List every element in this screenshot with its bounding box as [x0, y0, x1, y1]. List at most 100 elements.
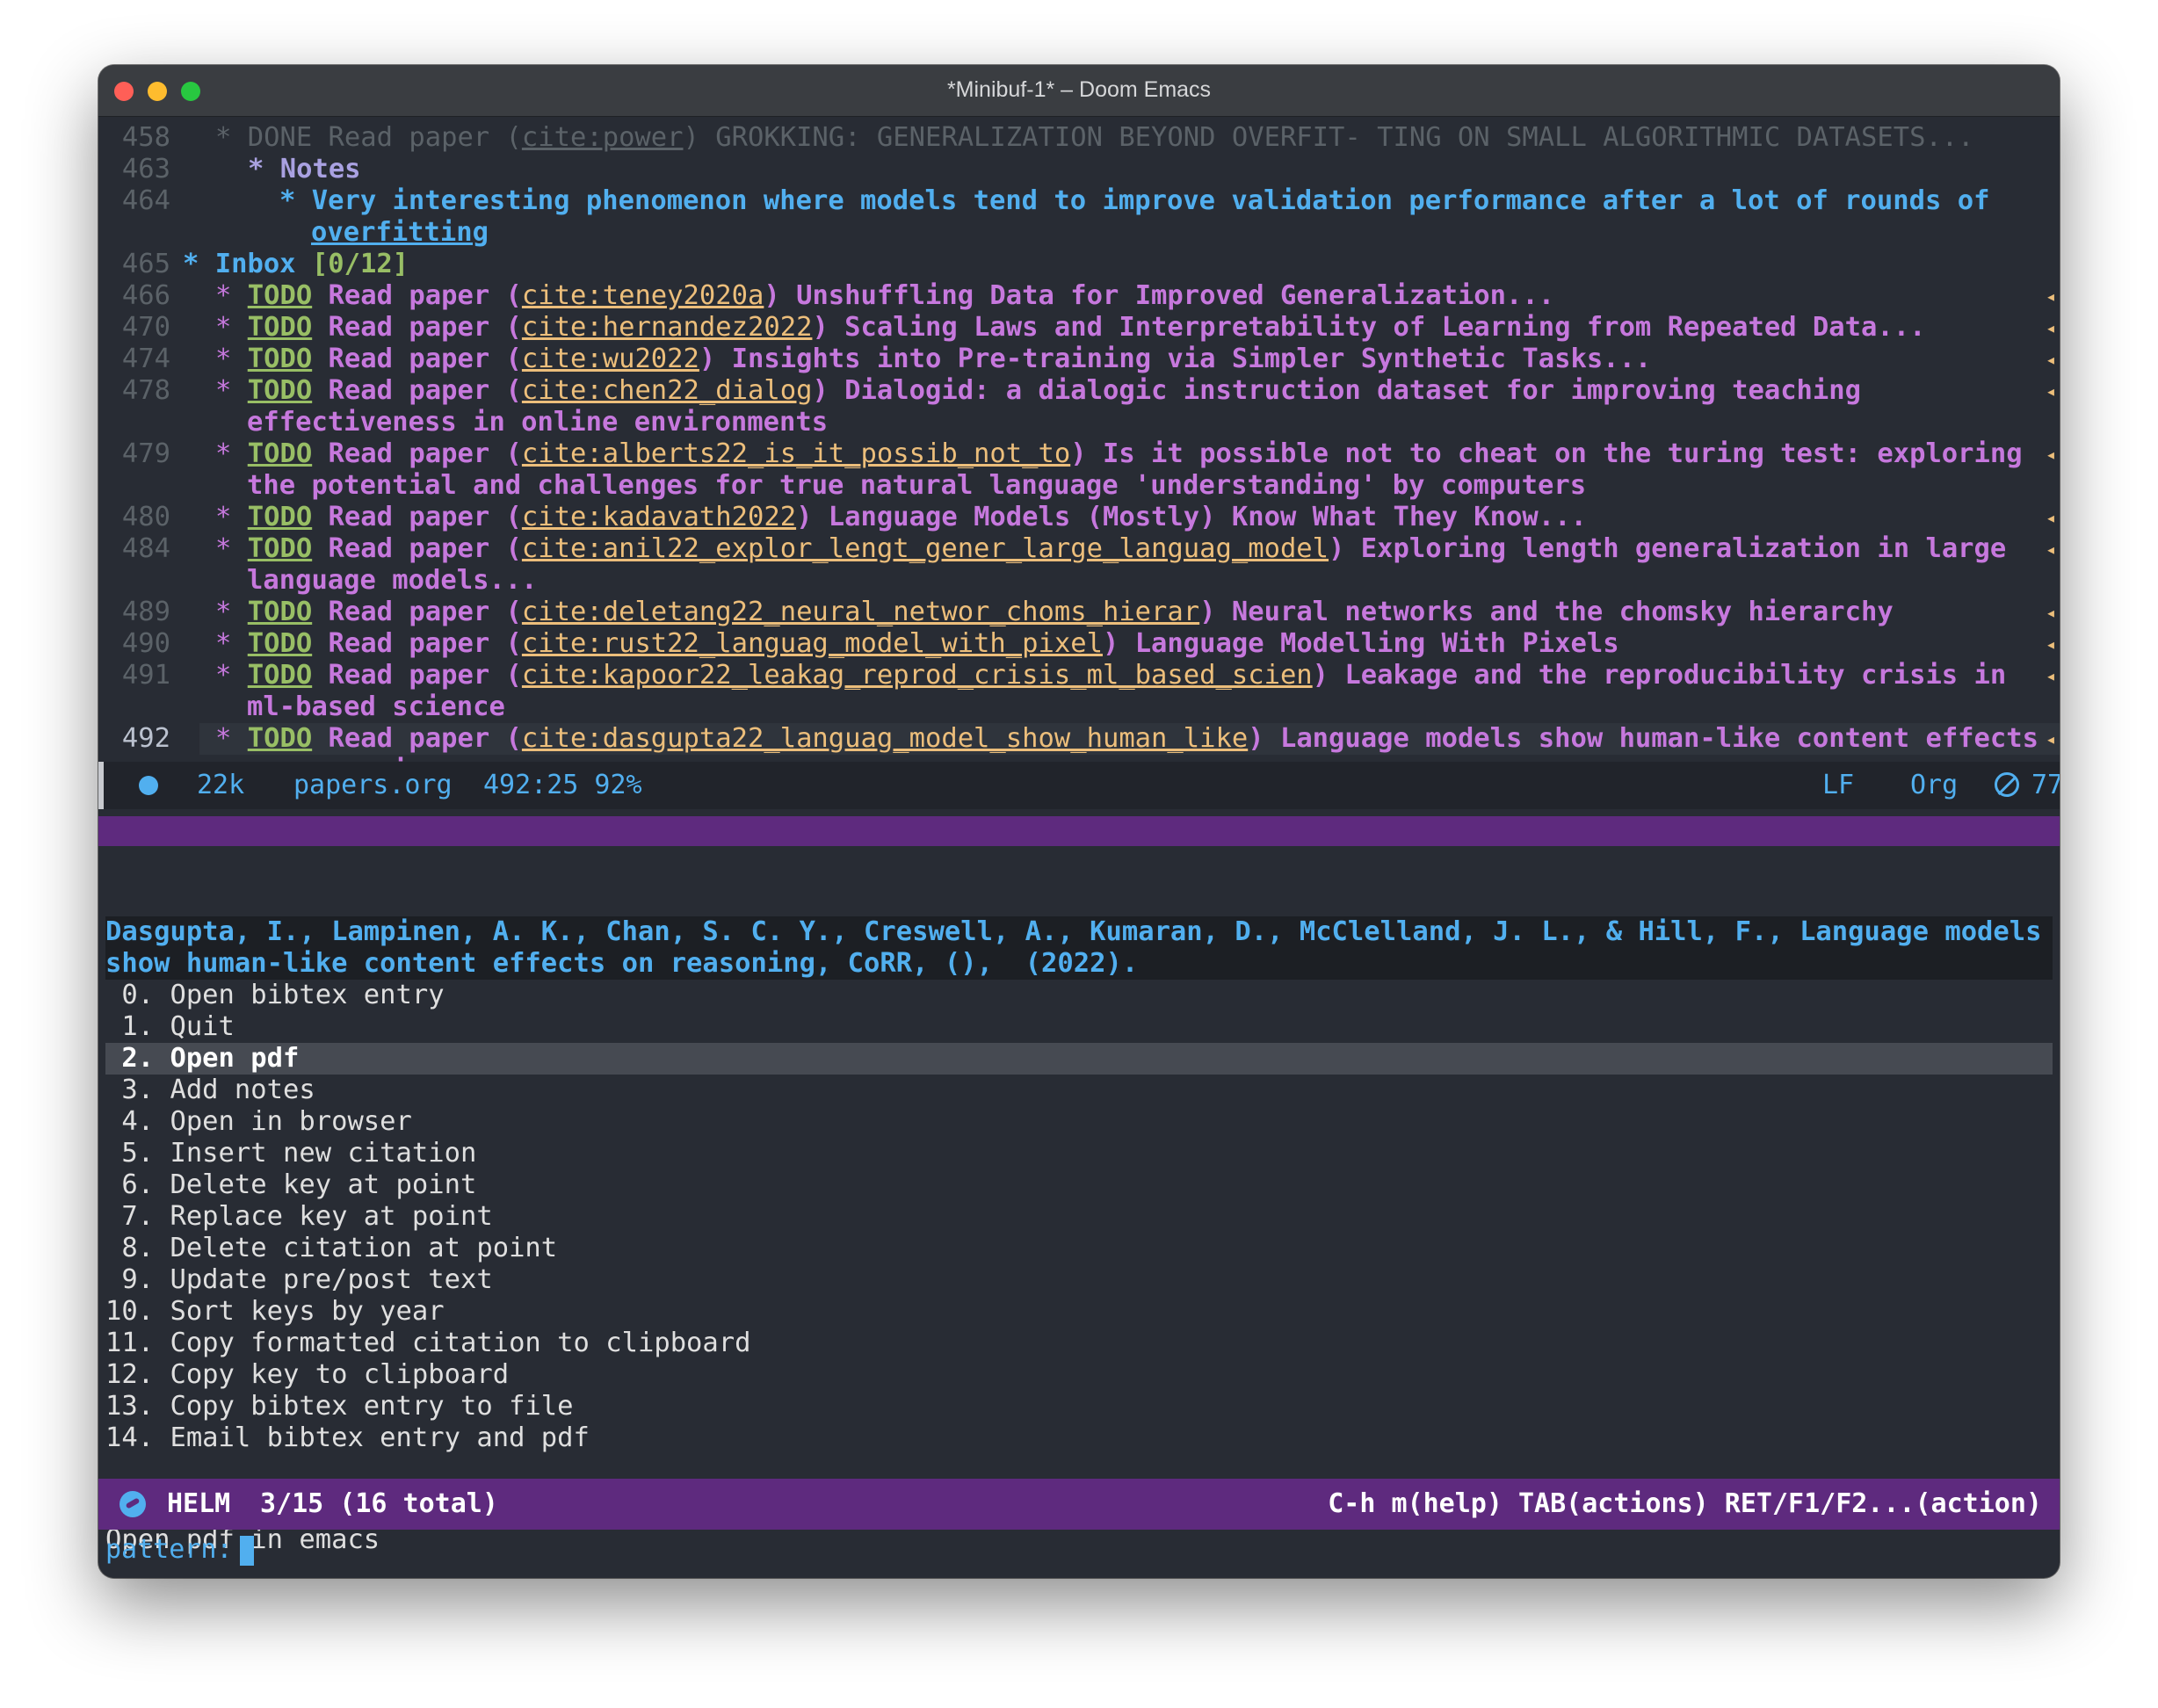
helm-action-item[interactable]: 8. Delete citation at point — [105, 1233, 2053, 1264]
continuation-text: on reasoning — [247, 755, 440, 762]
org-line[interactable]: 474 ◂ * TODO Read paper (cite:wu2022) Insi… — [98, 344, 2060, 375]
no-checker-icon[interactable] — [1995, 772, 2019, 797]
helm-action-item[interactable]: 5. Insert new citation — [105, 1138, 2053, 1169]
todo-keyword[interactable]: TODO — [248, 533, 312, 564]
eol-type[interactable]: LF — [1822, 762, 1854, 809]
line-number: 463 — [121, 154, 170, 185]
fold-indicator-icon[interactable]: ◂ — [2046, 597, 2056, 628]
org-line[interactable]: 463 * Notes — [98, 154, 2060, 185]
helm-action-item[interactable]: 4. Open in browser — [105, 1106, 2053, 1138]
helm-action-item[interactable]: 0. Open bibtex entry — [105, 980, 2053, 1011]
todo-keyword[interactable]: TODO — [248, 502, 312, 532]
citation-link[interactable]: cite:dasgupta22_languag_model_show_human… — [522, 723, 1248, 754]
major-mode[interactable]: Org — [1910, 762, 1958, 809]
org-line[interactable]: 480 ◂ * TODO Read paper (cite:kadavath2022… — [98, 502, 2060, 533]
fold-indicator-icon[interactable]: ◂ — [2046, 344, 2056, 375]
org-line[interactable]: 465 * Inbox [0/12] — [98, 249, 2060, 280]
minibuffer-prompt[interactable]: pattern: — [105, 1532, 254, 1567]
fold-indicator-icon[interactable]: ◂ — [2046, 660, 2056, 691]
org-buffer[interactable]: 458 * DONE Read paper (cite:power) GROKKI… — [98, 117, 2060, 762]
buffer-filename[interactable]: papers.org — [293, 762, 453, 809]
todo-keyword[interactable]: TODO — [248, 312, 312, 343]
helm-action-item[interactable]: 11. Copy formatted citation to clipboard — [105, 1328, 2053, 1359]
line-text: * TODO Read paper (cite:kadavath2022) La… — [215, 502, 1587, 533]
org-line[interactable]: 478 ◂ * TODO Read paper (cite:chen22_dialo… — [98, 375, 2060, 407]
helm-action-item[interactable]: 12. Copy key to clipboard — [105, 1359, 2053, 1391]
todo-keyword[interactable]: TODO — [248, 597, 312, 627]
helm-action-item[interactable]: 3. Add notes — [105, 1075, 2053, 1106]
window-title: *Minibuf-1* – Doom Emacs — [946, 77, 1212, 102]
org-line[interactable]: 484 ◂ * TODO Read paper (cite:anil22_explo… — [98, 533, 2060, 565]
helm-action-item[interactable]: 6. Delete key at point — [105, 1169, 2053, 1201]
helm-key-hints: C-h m(help) TAB(actions) RET/F1/F2...(ac… — [1328, 1488, 2042, 1519]
helm-action-item[interactable]: 13. Copy bibtex entry to file — [105, 1391, 2053, 1422]
org-line-continuation: ml-based science — [98, 691, 2060, 723]
line-number: 470 — [121, 312, 170, 343]
helm-action-item[interactable]: 9. Update pre/post text — [105, 1264, 2053, 1296]
org-line[interactable]: 489 ◂ * TODO Read paper (cite:deletang22_n… — [98, 597, 2060, 628]
citation-link[interactable]: cite:teney2020a — [522, 280, 764, 311]
org-line-continuation: effectiveness in online environments — [98, 407, 2060, 438]
org-line[interactable]: 464 * Very interesting phenomenon where m… — [98, 185, 2060, 217]
fold-indicator-icon[interactable]: ◂ — [2046, 628, 2056, 660]
heading-prefix: Read paper ( — [312, 375, 522, 406]
helm-header-bar — [98, 816, 2060, 846]
citation-link[interactable]: cite:wu2022 — [522, 344, 699, 374]
todo-keyword[interactable]: TODO — [248, 375, 312, 406]
helm-action-item[interactable]: 14. Email bibtex entry and pdf — [105, 1422, 2053, 1454]
todo-keyword[interactable]: TODO — [248, 344, 312, 374]
citation-link[interactable]: cite:hernandez2022 — [522, 312, 813, 343]
modeline-active-indicator — [98, 762, 104, 809]
todo-keyword[interactable]: TODO — [248, 660, 312, 691]
citation-link[interactable]: cite:alberts22_is_it_possib_not_to — [522, 438, 1070, 469]
helm-action-item[interactable]: 7. Replace key at point — [105, 1201, 2053, 1233]
fold-indicator-icon[interactable]: ◂ — [2046, 533, 2056, 565]
line-text: * TODO Read paper (cite:kapoor22_leakag_… — [215, 660, 2006, 691]
line-text: * Inbox [0/12] — [183, 249, 409, 279]
org-line-continuation: language models... — [98, 565, 2060, 597]
continuation-text: the potential and challenges for true na… — [247, 470, 1587, 501]
helm-source-header-cont: show human-like content effects on reaso… — [105, 948, 2053, 980]
title-bar: *Minibuf-1* – Doom Emacs — [98, 65, 2060, 117]
citation-link[interactable]: cite:power — [522, 122, 684, 153]
fold-indicator-icon[interactable]: ◂ — [2046, 723, 2056, 755]
todo-keyword[interactable]: TODO — [248, 723, 312, 754]
citation-link[interactable]: cite:kadavath2022 — [522, 502, 796, 532]
org-line[interactable]: 479 ◂ * TODO Read paper (cite:alberts22_is… — [98, 438, 2060, 470]
todo-keyword[interactable]: TODO — [248, 280, 312, 311]
bullet: * — [215, 312, 248, 343]
cursor-position: 492:25 92% — [483, 770, 642, 800]
helm-source-header: Dasgupta, I., Lampinen, A. K., Chan, S. … — [105, 916, 2053, 948]
fold-indicator-icon[interactable]: ◂ — [2046, 375, 2056, 407]
fold-indicator-icon[interactable]: ◂ — [2046, 502, 2056, 533]
citation-link[interactable]: cite:rust22_languag_model_with_pixel — [522, 628, 1103, 659]
line-text: * TODO Read paper (cite:chen22_dialog) D… — [215, 375, 1861, 407]
heading-title: ) Leakage and the reproducibility crisis… — [1312, 660, 2007, 691]
citation-link[interactable]: cite:anil22_explor_lengt_gener_large_lan… — [522, 533, 1329, 564]
todo-keyword[interactable]: TODO — [248, 628, 312, 659]
citation-link[interactable]: cite:deletang22_neural_networ_choms_hier… — [522, 597, 1199, 627]
org-line[interactable]: 458 * DONE Read paper (cite:power) GROKKI… — [98, 122, 2060, 154]
fold-indicator-icon[interactable]: ◂ — [2046, 312, 2056, 344]
org-line[interactable]: 466 ◂ * TODO Read paper (cite:teney2020a) … — [98, 280, 2060, 312]
org-line[interactable]: 492 ◂ * TODO Read paper (cite:dasgupta22_l… — [98, 723, 2060, 755]
org-line[interactable]: 491 ◂ * TODO Read paper (cite:kapoor22_lea… — [98, 660, 2060, 691]
org-line[interactable]: 470 ◂ * TODO Read paper (cite:hernandez202… — [98, 312, 2060, 344]
bullet: * — [215, 533, 248, 564]
line-text: * TODO Read paper (cite:deletang22_neura… — [215, 597, 1894, 628]
citation-link[interactable]: cite:kapoor22_leakag_reprod_crisis_ml_ba… — [522, 660, 1313, 691]
line-text: * Notes — [248, 154, 361, 185]
helm-action-item[interactable]: 10. Sort keys by year — [105, 1296, 2053, 1328]
citation-link[interactable]: cite:chen22_dialog — [522, 375, 813, 406]
helm-count: 3/15 (16 total) — [260, 1488, 498, 1519]
helm-action-item[interactable]: 2. Open pdf — [105, 1043, 2053, 1075]
org-line[interactable]: 490 ◂ * TODO Read paper (cite:rust22_langu… — [98, 628, 2060, 660]
todo-keyword[interactable]: TODO — [248, 438, 312, 469]
fold-indicator-icon[interactable]: ◂ — [2046, 438, 2056, 470]
fold-indicator-icon[interactable]: ◂ — [2046, 280, 2056, 312]
helm-action-item[interactable]: 1. Quit — [105, 1011, 2053, 1043]
org-line-continuation: the potential and challenges for true na… — [98, 470, 2060, 502]
line-number: 491 — [121, 660, 170, 691]
line-number: 466 — [121, 280, 170, 311]
continuation-text: overfitting — [311, 217, 489, 248]
